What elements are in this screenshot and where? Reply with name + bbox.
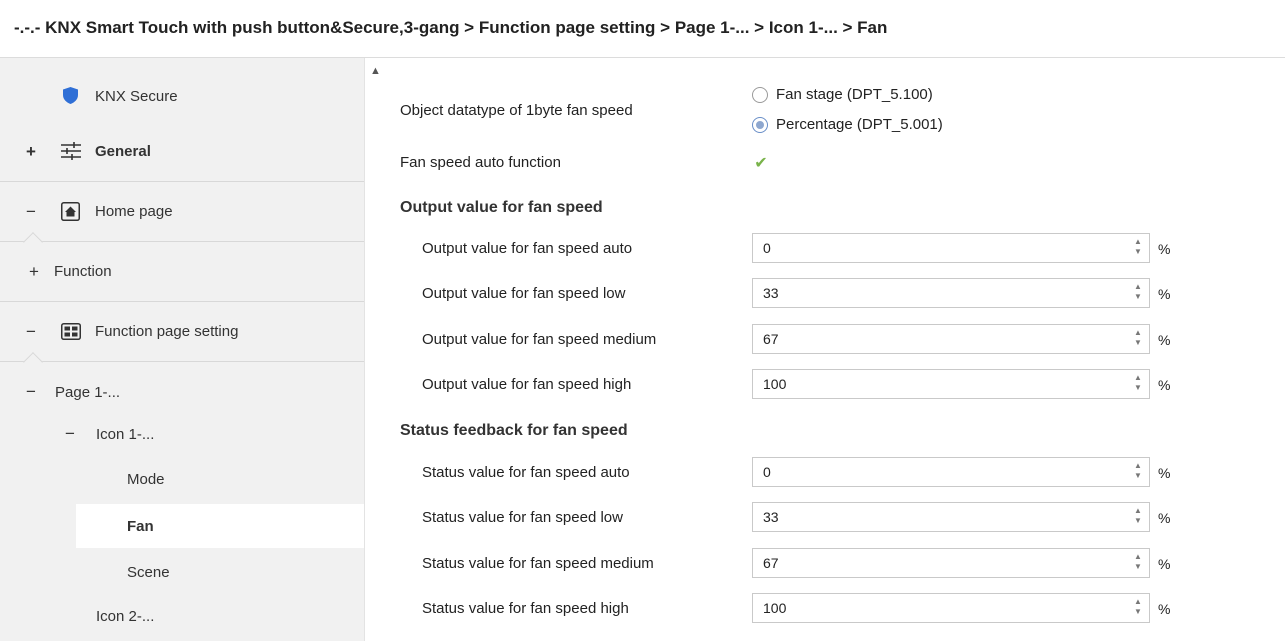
output-high-input[interactable]: 100 ▲ ▼ [752,369,1150,399]
output-high-label: Output value for fan speed high [422,376,632,393]
sidebar-item-label: Scene [127,563,170,581]
status-medium-label: Status value for fan speed medium [422,555,654,572]
expand-icon[interactable]: + [27,262,41,282]
sidebar-item-label: Home page [95,203,173,220]
sidebar-item-label: Page 1-... [55,383,121,401]
spinner-arrows-icon[interactable]: ▲ ▼ [1133,373,1143,393]
status-low-label: Status value for fan speed low [422,509,623,526]
status-auto-input[interactable]: 0 ▲ ▼ [752,457,1150,487]
sidebar-scrollbar[interactable]: ▲ [364,58,386,641]
radio-label: Percentage (DPT_5.001) [776,116,943,133]
title-bar: -.-.- KNX Smart Touch with push button&S… [0,0,1285,58]
unit-label: % [1158,286,1171,302]
input-value[interactable]: 33 [763,285,779,301]
sliders-icon [61,142,81,164]
unit-label: % [1158,377,1171,393]
status-low-input[interactable]: 33 ▲ ▼ [752,502,1150,532]
output-medium-input[interactable]: 67 ▲ ▼ [752,324,1150,354]
sidebar-item-label: Icon 2-... [96,607,155,625]
breadcrumb: -.-.- KNX Smart Touch with push button&S… [14,18,888,37]
spinner-arrows-icon[interactable]: ▲ ▼ [1133,237,1143,257]
sidebar-item-icon-1[interactable]: − Icon 1-... [0,408,364,460]
input-value[interactable]: 67 [763,555,779,571]
sidebar-item-label: Function page setting [95,323,239,340]
unit-label: % [1158,556,1171,572]
parameter-panel: Object datatype of 1byte fan speed Fan s… [386,58,1285,641]
status-high-input[interactable]: 100 ▲ ▼ [752,593,1150,623]
auto-function-label: Fan speed auto function [400,154,561,171]
sidebar-item-label: Mode [127,470,165,488]
expand-icon[interactable]: + [24,142,38,162]
unit-label: % [1158,241,1171,257]
radio-button-selected[interactable] [752,116,768,133]
status-auto-label: Status value for fan speed auto [422,464,630,481]
input-value[interactable]: 0 [763,240,771,256]
status-high-label: Status value for fan speed high [422,600,629,617]
unit-label: % [1158,465,1171,481]
home-icon [61,202,80,225]
spinner-arrows-icon[interactable]: ▲ ▼ [1133,552,1143,572]
sidebar: KNX Secure + General − Home page + Funct… [0,58,364,641]
collapse-icon[interactable]: − [63,424,77,444]
auto-function-checkbox[interactable]: ✔ [752,155,770,173]
sidebar-item-label: Function [54,263,112,280]
output-medium-label: Output value for fan speed medium [422,331,657,348]
sidebar-item-fan[interactable]: Fan [76,504,364,548]
spinner-arrows-icon[interactable]: ▲ ▼ [1133,328,1143,348]
grid-icon [61,323,81,344]
datatype-label: Object datatype of 1byte fan speed [400,102,633,119]
sidebar-item-function[interactable]: + Function [0,242,364,302]
sidebar-item-label: Fan [127,517,154,535]
radio-label: Fan stage (DPT_5.100) [776,86,933,103]
status-section-title: Status feedback for fan speed [400,422,628,439]
unit-label: % [1158,510,1171,526]
spinner-arrows-icon[interactable]: ▲ ▼ [1133,282,1143,302]
scroll-up-arrow-icon[interactable]: ▲ [370,66,381,77]
status-medium-input[interactable]: 67 ▲ ▼ [752,548,1150,578]
sidebar-item-label: General [95,143,151,160]
sidebar-item-function-page-setting[interactable]: − Function page setting [0,302,364,362]
output-auto-input[interactable]: 0 ▲ ▼ [752,233,1150,263]
spinner-arrows-icon[interactable]: ▲ ▼ [1133,506,1143,526]
input-value[interactable]: 100 [763,376,786,392]
radio-fan-stage[interactable]: Fan stage (DPT_5.100) [752,86,933,103]
output-auto-label: Output value for fan speed auto [422,240,633,257]
sidebar-item-home-page[interactable]: − Home page [0,182,364,242]
sidebar-item-mode[interactable]: Mode [0,456,364,502]
spinner-arrows-icon[interactable]: ▲ ▼ [1133,461,1143,481]
output-section-title: Output value for fan speed [400,199,603,216]
output-low-input[interactable]: 33 ▲ ▼ [752,278,1150,308]
sidebar-item-knx-secure[interactable]: KNX Secure [0,66,364,126]
input-value[interactable]: 100 [763,600,786,616]
radio-button[interactable] [752,86,768,103]
shield-icon [63,87,78,108]
input-value[interactable]: 33 [763,509,779,525]
unit-label: % [1158,332,1171,348]
input-value[interactable]: 0 [763,464,771,480]
sidebar-item-label: Icon 1-... [96,425,155,443]
sidebar-item-icon-2[interactable]: Icon 2-... [0,594,364,638]
output-low-label: Output value for fan speed low [422,285,626,302]
collapse-icon[interactable]: − [24,202,38,222]
collapse-icon[interactable]: − [24,322,38,342]
input-value[interactable]: 67 [763,331,779,347]
sidebar-item-scene[interactable]: Scene [0,550,364,594]
spinner-arrows-icon[interactable]: ▲ ▼ [1133,597,1143,617]
unit-label: % [1158,601,1171,617]
collapse-icon[interactable]: − [24,382,38,402]
sidebar-item-label: KNX Secure [95,87,178,105]
radio-percentage[interactable]: Percentage (DPT_5.001) [752,116,943,133]
sidebar-item-general[interactable]: + General [0,122,364,182]
